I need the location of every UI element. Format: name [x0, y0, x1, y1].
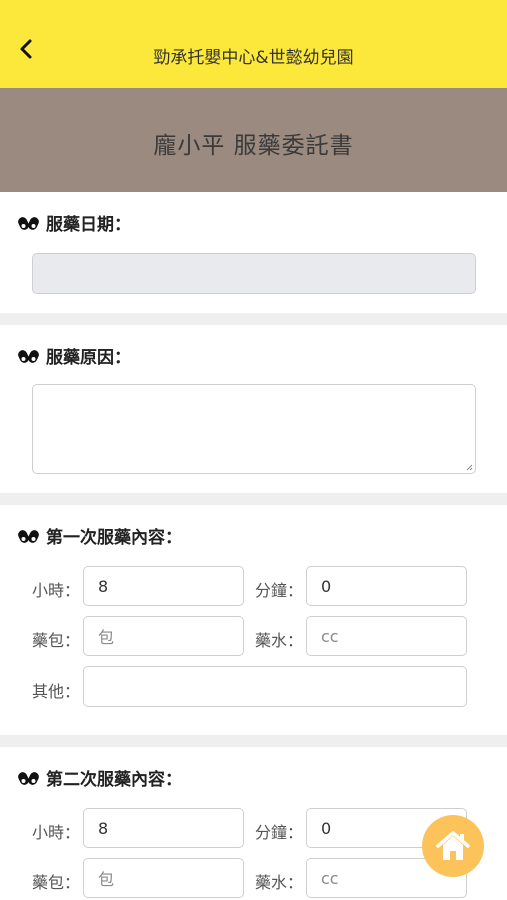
pills-icon: [18, 529, 39, 543]
section-divider: [0, 735, 507, 747]
first-syrup-label: 藥水：: [255, 631, 304, 650]
second-dose-label-text: 第二次服藥內容：: [46, 770, 182, 790]
pills-icon: [18, 216, 39, 230]
first-hour-input[interactable]: 8: [83, 566, 244, 606]
top-bar: 勁承托嬰中心&世懿幼兒園: [0, 0, 507, 88]
second-minute-label: 分鐘：: [255, 823, 304, 842]
medication-reason-textarea[interactable]: [32, 384, 476, 474]
first-packet-input[interactable]: 包: [83, 616, 244, 656]
second-packet-input[interactable]: 包: [83, 858, 244, 898]
second-hour-label: 小時：: [32, 823, 81, 842]
second-packet-label: 藥包：: [32, 873, 81, 892]
page-banner: 龐小平 服藥委託書: [0, 88, 507, 192]
date-section-label: 服藥日期：: [18, 210, 131, 235]
pills-icon: [18, 349, 39, 363]
medication-date-input[interactable]: [32, 253, 476, 294]
resize-handle-icon[interactable]: [466, 464, 473, 471]
first-minute-input[interactable]: 0: [306, 566, 467, 606]
first-other-label: 其他：: [32, 682, 81, 701]
home-fab-button[interactable]: [422, 815, 484, 877]
second-syrup-label: 藥水：: [255, 873, 304, 892]
first-dose-section-label: 第一次服藥內容：: [18, 523, 182, 548]
second-hour-input[interactable]: 8: [83, 808, 244, 848]
first-syrup-input[interactable]: cc: [306, 616, 467, 656]
reason-label-text: 服藥原因：: [46, 348, 131, 368]
second-dose-section-label: 第二次服藥內容：: [18, 765, 182, 790]
pills-icon: [18, 771, 39, 785]
date-label-text: 服藥日期：: [46, 215, 131, 235]
page-title: 龐小平 服藥委託書: [153, 133, 354, 159]
reason-section-label: 服藥原因：: [18, 343, 131, 368]
first-other-input[interactable]: [83, 666, 467, 707]
first-dose-label-text: 第一次服藥內容：: [46, 528, 182, 548]
section-divider: [0, 493, 507, 505]
home-icon: [436, 831, 470, 860]
first-minute-label: 分鐘：: [255, 581, 304, 600]
first-hour-label: 小時：: [32, 581, 81, 600]
section-divider: [0, 313, 507, 325]
app-title: 勁承托嬰中心&世懿幼兒園: [153, 48, 354, 68]
first-packet-label: 藥包：: [32, 631, 81, 650]
